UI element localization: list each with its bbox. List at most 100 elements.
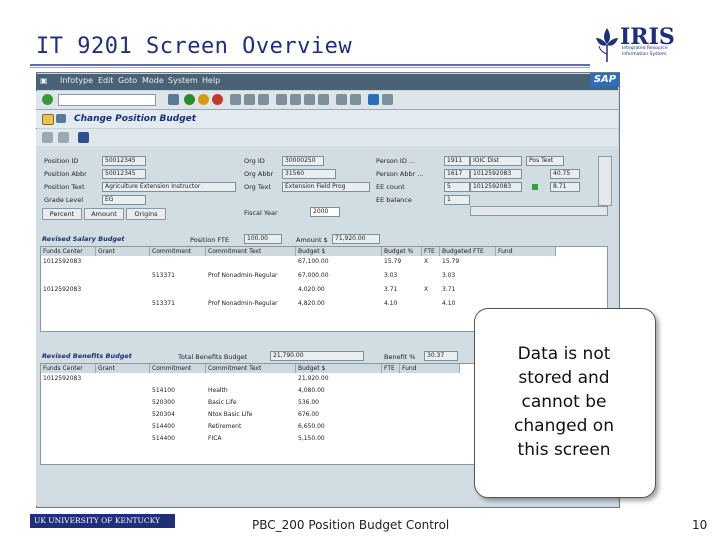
amount-label: Amount $ [296, 236, 328, 244]
ee-balance-field[interactable]: 1 [444, 195, 470, 205]
application-toolbar [36, 129, 618, 147]
benefits-column-header[interactable]: Grant [96, 364, 150, 373]
org-id-label: Org ID [244, 157, 265, 165]
salary-column-header[interactable]: Budget % [382, 247, 422, 256]
position-text-field[interactable]: Agriculture Extension Instructor [102, 182, 236, 192]
org-id-field[interactable]: 30000250 [282, 156, 324, 166]
salary-column-header[interactable]: Budgeted FTE [440, 247, 496, 256]
table-cell: 15.79 [442, 258, 460, 265]
org-text-label: Org Text [244, 183, 272, 191]
table-cell: 4,020.00 [298, 286, 325, 293]
amount-button[interactable]: Amount [84, 208, 124, 220]
worklist-icon[interactable] [42, 114, 54, 125]
menu-system[interactable]: System [168, 76, 198, 85]
menu-edit[interactable]: Edit [98, 76, 114, 85]
table-cell: 67,000.00 [298, 272, 329, 279]
table-cell: 15.79 [384, 258, 402, 265]
benefits-column-header[interactable]: Funds Center [41, 364, 96, 373]
change-mode-icon[interactable] [42, 132, 53, 143]
position-id-field[interactable]: 50012345 [102, 156, 146, 166]
benefits-column-header[interactable]: FTE [382, 364, 400, 373]
copy-icon[interactable] [58, 132, 69, 143]
benefit-percent-field[interactable]: 30.37 [424, 351, 458, 361]
total-benefits-field[interactable]: 21,790.00 [270, 351, 364, 361]
table-cell: 3.71 [384, 286, 398, 293]
amount-field[interactable]: 71,920.00 [332, 234, 380, 244]
back-icon[interactable] [184, 94, 195, 105]
find-icon[interactable] [244, 94, 255, 105]
position-abbr-label: Position Abbr [44, 170, 87, 178]
first-page-icon[interactable] [276, 94, 287, 105]
salary-column-header[interactable]: Grant [96, 247, 150, 256]
salary-column-header[interactable]: Commitment Text [206, 247, 296, 256]
help-icon[interactable] [368, 94, 379, 105]
menu-help[interactable]: Help [202, 76, 220, 85]
person-abbr-field[interactable]: 1617 [444, 169, 470, 179]
salary-column-header[interactable]: Funds Center [41, 247, 96, 256]
table-cell: Retirement [208, 423, 242, 430]
ee-count-value-field[interactable]: 8.71 [550, 182, 580, 192]
menu-infotype[interactable]: Infotype [60, 76, 93, 85]
find-next-icon[interactable] [258, 94, 269, 105]
layout-icon[interactable] [382, 94, 393, 105]
person-id-field[interactable]: 1911 [444, 156, 470, 166]
last-page-icon[interactable] [318, 94, 329, 105]
sap-logo: SAP [590, 73, 620, 87]
menu-goto[interactable]: Goto [118, 76, 137, 85]
display-icon[interactable] [56, 114, 66, 123]
ee-count-fund-field[interactable]: 1012592083 [470, 182, 522, 192]
enter-icon[interactable] [42, 94, 53, 105]
table-cell: 3.03 [384, 272, 398, 279]
page-number: 10 [692, 518, 708, 532]
ee-count-label: EE count [376, 183, 405, 191]
person-abbr-text-field[interactable]: 1012592083 [470, 169, 522, 179]
save-icon[interactable] [168, 94, 179, 105]
table-cell: 5,150.00 [298, 435, 325, 442]
menu-icon[interactable]: ▣ [40, 76, 48, 85]
title-divider [30, 64, 590, 66]
table-cell: Basic Life [208, 399, 237, 406]
origins-button[interactable]: Origins [126, 208, 166, 220]
fiscal-year-field[interactable]: 2000 [310, 207, 340, 217]
next-page-icon[interactable] [304, 94, 315, 105]
person-id-text-field[interactable]: IOIC Dist [470, 156, 522, 166]
salary-column-header[interactable]: FTE [422, 247, 440, 256]
table-cell: Prof Nonadmin-Regular [208, 272, 278, 279]
table-cell: 67,100.00 [298, 258, 329, 265]
table-cell: 1012592083 [43, 286, 82, 293]
print-icon[interactable] [230, 94, 241, 105]
salary-column-header[interactable]: Fund [496, 247, 556, 256]
ee-count-field[interactable]: 5 [444, 182, 470, 192]
benefits-column-header[interactable]: Fund [400, 364, 460, 373]
position-fte-field[interactable]: 100.00 [244, 234, 282, 244]
person-abbr-value-field[interactable]: 40.75 [550, 169, 580, 179]
org-text-field[interactable]: Extension Field Prog [282, 182, 370, 192]
header-horizontal-scrollbar[interactable] [470, 206, 608, 216]
exit-icon[interactable] [198, 94, 209, 105]
table-cell: 1012592083 [43, 375, 82, 382]
salary-column-header[interactable]: Commitment [150, 247, 206, 256]
university-logo: UK UNIVERSITY OF KENTUCKY [30, 514, 175, 528]
position-abbr-field[interactable]: 50012345 [102, 169, 146, 179]
benefits-column-header[interactable]: Budget $ [296, 364, 382, 373]
grade-level-field[interactable]: EG [102, 195, 146, 205]
new-session-icon[interactable] [336, 94, 347, 105]
command-field[interactable] [58, 94, 156, 106]
title-divider-thin [30, 67, 590, 68]
menu-mode[interactable]: Mode [142, 76, 164, 85]
benefits-column-header[interactable]: Commitment [150, 364, 206, 373]
table-cell: 520300 [152, 399, 175, 406]
shortcut-icon[interactable] [350, 94, 361, 105]
info-icon[interactable] [78, 132, 89, 143]
cancel-icon[interactable] [212, 94, 223, 105]
salary-column-header[interactable]: Budget $ [296, 247, 382, 256]
footer-text: PBC_200 Position Budget Control [252, 518, 450, 532]
percent-button[interactable]: Percent [42, 208, 82, 220]
previous-page-icon[interactable] [290, 94, 301, 105]
benefits-section-title: Revised Benefits Budget [42, 352, 132, 360]
benefits-column-header[interactable]: Commitment Text [206, 364, 296, 373]
org-abbr-field[interactable]: 31560 [282, 169, 336, 179]
person-id-extra-field[interactable]: Pos Text [526, 156, 564, 166]
header-table-scrollbar[interactable] [598, 156, 612, 206]
table-cell: 520304 [152, 411, 175, 418]
